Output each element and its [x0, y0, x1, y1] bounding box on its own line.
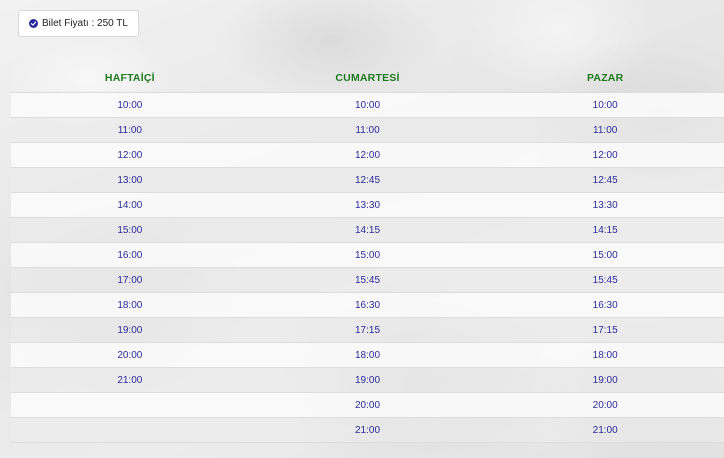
time-cell-weekday: 17:00: [117, 274, 143, 286]
ticket-price-label: Bilet Fiyatı : 250 TL: [42, 18, 128, 29]
check-circle-icon: [29, 19, 38, 28]
time-cell-saturday: 20:00: [354, 399, 381, 411]
table-row: 18:00 16:30 16:30: [11, 292, 724, 317]
table-row: 10:00 10:00 10:00: [11, 92, 724, 117]
table-row: 19:00 17:15 17:15: [11, 317, 724, 342]
time-cell-sunday: 11:00: [593, 124, 618, 136]
time-cell-saturday: 10:00: [354, 99, 381, 111]
time-cell-sunday: 19:00: [592, 374, 618, 386]
time-cell-sunday: 20:00: [592, 399, 618, 411]
table-row: 11:00 11:00 11:00: [11, 117, 724, 142]
time-cell-sunday: 21:00: [592, 424, 618, 436]
table-row: 13:00 12:45 12:45: [11, 167, 724, 192]
time-cell-sunday: 12:45: [592, 174, 618, 186]
column-header-sunday: PAZAR: [586, 72, 624, 84]
schedule-rows: 10:00 10:00 10:00 11:00 11:00 11:00 12:00 12:00…: [11, 92, 724, 443]
time-cell-weekday: 13:00: [117, 174, 143, 186]
time-cell-weekday: 19:00: [117, 324, 143, 336]
time-cell-weekday: 11:00: [117, 124, 142, 136]
time-cell-saturday: 16:30: [354, 299, 381, 311]
time-cell-sunday: 17:15: [592, 324, 618, 336]
column-header-weekday: HAFTAİÇİ: [104, 72, 155, 84]
time-cell-saturday: 11:00: [355, 124, 380, 136]
ticket-price-badge: Bilet Fiyatı : 250 TL: [18, 10, 139, 37]
time-cell-weekday: 18:00: [117, 299, 143, 311]
time-cell-saturday: 21:00: [354, 424, 381, 436]
table-row: 14:00 13:30 13:30: [11, 192, 724, 217]
time-cell-saturday: 12:00: [354, 149, 381, 161]
time-cell-sunday: 10:00: [592, 99, 618, 111]
table-row: 16:00 15:00 15:00: [11, 242, 724, 267]
time-cell-sunday: 16:30: [592, 299, 618, 311]
time-cell-sunday: 15:00: [592, 249, 618, 261]
time-cell-weekday: 14:00: [117, 199, 143, 211]
table-row: 21:00 21:00: [11, 417, 724, 443]
time-cell-sunday: 12:00: [592, 149, 618, 161]
time-cell-saturday: 13:30: [354, 199, 381, 211]
time-cell-sunday: 14:15: [592, 224, 618, 236]
time-cell-sunday: 13:30: [592, 199, 618, 211]
time-cell-weekday: 15:00: [117, 224, 143, 236]
time-cell-saturday: 19:00: [354, 374, 381, 386]
time-cell-saturday: 14:15: [354, 224, 381, 236]
schedule-table: HAFTAİÇİ CUMARTESİ PAZAR 10:00 10:00 10:00…: [11, 64, 724, 443]
time-cell-saturday: 18:00: [354, 349, 381, 361]
time-cell-weekday: 16:00: [117, 249, 143, 261]
schedule-header-row: HAFTAİÇİ CUMARTESİ PAZAR: [11, 64, 724, 92]
time-cell-weekday: 20:00: [117, 349, 143, 361]
table-row: 17:00 15:45 15:45: [11, 267, 724, 292]
time-cell-weekday: 21:00: [117, 374, 143, 386]
time-cell-weekday: 10:00: [117, 99, 143, 111]
table-row: 15:00 14:15 14:15: [11, 217, 724, 242]
time-cell-saturday: 15:00: [354, 249, 381, 261]
table-row: 20:00 20:00: [11, 392, 724, 417]
time-cell-sunday: 18:00: [592, 349, 618, 361]
table-row: 20:00 18:00 18:00: [11, 342, 724, 367]
table-row: 12:00 12:00 12:00: [11, 142, 724, 167]
time-cell-saturday: 12:45: [354, 174, 381, 186]
time-cell-saturday: 17:15: [354, 324, 381, 336]
table-row: 21:00 19:00 19:00: [11, 367, 724, 392]
time-cell-saturday: 15:45: [354, 274, 381, 286]
time-cell-weekday: 12:00: [117, 149, 143, 161]
column-header-saturday: CUMARTESİ: [335, 72, 400, 84]
time-cell-sunday: 15:45: [592, 274, 618, 286]
